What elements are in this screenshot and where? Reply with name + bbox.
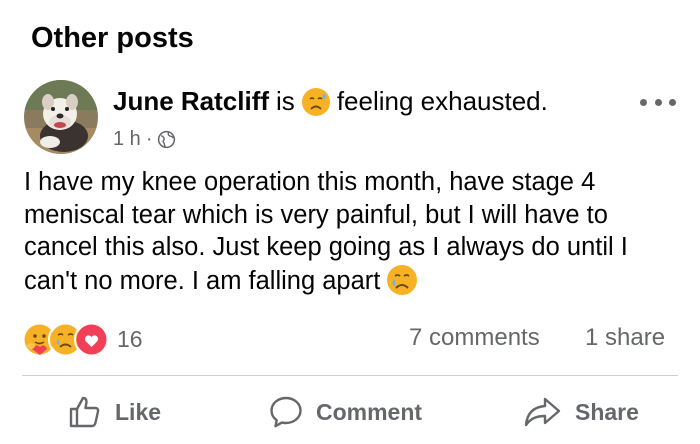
section-title: Other posts <box>31 22 194 54</box>
more-dot-icon <box>640 98 647 106</box>
comments-count-link[interactable]: 7 comments <box>409 324 540 352</box>
love-reaction-icon <box>74 322 109 357</box>
dog-avatar-icon <box>24 80 98 154</box>
speech-bubble-icon <box>270 396 302 428</box>
post-body: I have my knee operation this month, hav… <box>24 166 684 297</box>
share-button[interactable]: Share <box>523 390 639 434</box>
shares-count-link[interactable]: 1 share <box>585 324 665 352</box>
post-meta: 1 h · <box>113 128 176 151</box>
share-label: Share <box>575 398 639 425</box>
author-name[interactable]: June Ratcliff <box>113 86 269 117</box>
thumbs-up-icon <box>69 396 100 428</box>
reactions-summary[interactable]: 16 <box>22 322 143 357</box>
divider <box>22 375 678 376</box>
sad-sweat-face-emoji-icon <box>301 87 330 116</box>
reaction-count: 16 <box>117 326 143 352</box>
comment-button[interactable]: Comment <box>268 390 422 434</box>
more-options-button[interactable] <box>640 92 676 112</box>
like-button[interactable]: Like <box>67 390 161 434</box>
post-time[interactable]: 1 h <box>113 128 141 151</box>
meta-separator: · <box>145 128 153 150</box>
is-word: is <box>276 86 295 116</box>
share-arrow-icon <box>524 397 561 427</box>
globe-icon[interactable] <box>157 130 176 149</box>
feeling-text: feeling exhausted. <box>336 86 548 116</box>
comment-label: Comment <box>316 398 423 425</box>
more-dot-icon <box>654 98 662 106</box>
post-header: June Ratcliff is feeling exhausted. <box>113 86 548 117</box>
avatar[interactable] <box>24 80 98 154</box>
crying-face-emoji-icon <box>387 264 418 295</box>
post-text: I have my knee operation this month, hav… <box>24 168 628 295</box>
like-label: Like <box>115 398 162 425</box>
more-dot-icon <box>669 98 676 106</box>
